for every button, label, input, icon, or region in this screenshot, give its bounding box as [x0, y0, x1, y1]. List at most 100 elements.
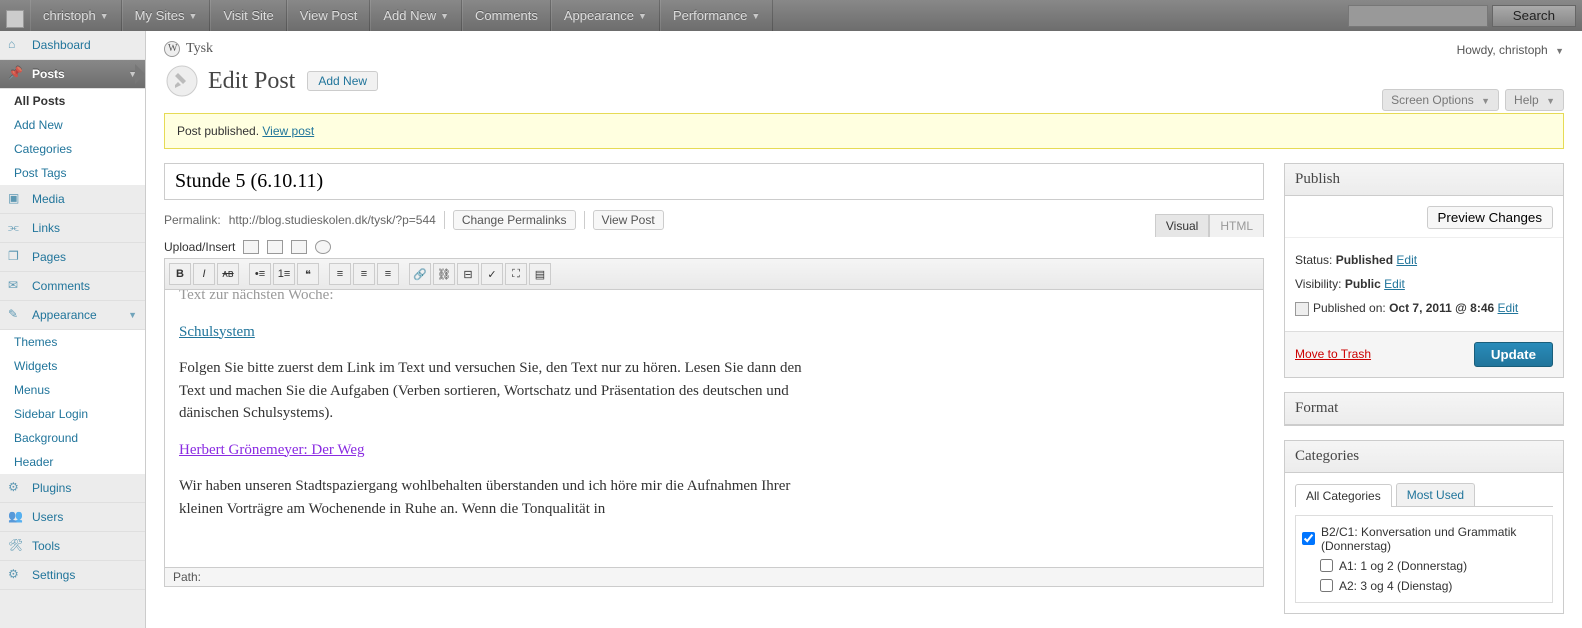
permalink-row: Permalink: http://blog.studieskolen.dk/t… — [164, 210, 1264, 230]
pin-icon — [164, 63, 200, 99]
format-box-header[interactable]: Format — [1285, 393, 1563, 425]
menu-links[interactable]: ⫘Links — [0, 214, 145, 243]
submenu-background[interactable]: Background — [0, 426, 145, 450]
chevron-down-icon: ▼ — [189, 11, 198, 21]
category-checkbox[interactable] — [1320, 559, 1333, 572]
chevron-down-icon: ▼ — [638, 11, 647, 21]
edit-date-link[interactable]: Edit — [1498, 301, 1519, 315]
view-post-button[interactable]: View Post — [593, 210, 664, 230]
preview-changes-button[interactable]: Preview Changes — [1427, 206, 1553, 229]
spellcheck-button[interactable]: ✓ — [481, 263, 503, 285]
submenu-sidebar-login[interactable]: Sidebar Login — [0, 402, 145, 426]
quote-button[interactable]: ❝ — [297, 263, 319, 285]
avatar[interactable] — [6, 10, 24, 28]
more-button[interactable]: ⊟ — [457, 263, 479, 285]
categories-tab-most-used[interactable]: Most Used — [1396, 483, 1475, 506]
category-item[interactable]: B2/C1: Konversation und Grammatik (Donne… — [1302, 522, 1546, 556]
adminbar-user[interactable]: christoph▼ — [30, 0, 122, 31]
adminbar-view-post[interactable]: View Post — [287, 0, 371, 31]
submenu-add-new[interactable]: Add New — [0, 113, 145, 137]
editor-content[interactable]: Text zur nächsten Woche: Schulsystem Fol… — [164, 290, 1264, 568]
help-tab[interactable]: Help ▼ — [1505, 89, 1564, 111]
category-item[interactable]: A2: 3 og 4 (Dienstag) — [1302, 576, 1546, 596]
fullscreen-button[interactable]: ⛶ — [505, 263, 527, 285]
chevron-down-icon: ▼ — [128, 69, 137, 79]
publish-box-header[interactable]: Publish — [1285, 164, 1563, 196]
page-icon: ❐ — [8, 249, 24, 265]
menu-media[interactable]: ▣Media — [0, 185, 145, 214]
editor-tab-html[interactable]: HTML — [1209, 214, 1264, 237]
submenu-header[interactable]: Header — [0, 450, 145, 474]
kitchen-sink-button[interactable]: ▤ — [529, 263, 551, 285]
update-button[interactable]: Update — [1474, 342, 1553, 367]
menu-pages[interactable]: ❐Pages — [0, 243, 145, 272]
calendar-icon — [1295, 302, 1309, 316]
unlink-button[interactable]: ⛓ — [433, 263, 455, 285]
menu-plugins[interactable]: ⚙Plugins — [0, 474, 145, 503]
menu-comments[interactable]: ✉Comments — [0, 272, 145, 301]
italic-button[interactable]: I — [193, 263, 215, 285]
change-permalinks-button[interactable]: Change Permalinks — [453, 210, 576, 230]
editor-link-groenemeyer[interactable]: Herbert Grönemeyer: Der Weg — [179, 442, 365, 458]
submenu-widgets[interactable]: Widgets — [0, 354, 145, 378]
bold-button[interactable]: B — [169, 263, 191, 285]
adminbar-search: Search — [1348, 5, 1582, 27]
adminbar-comments[interactable]: Comments — [462, 0, 551, 31]
categories-tab-all[interactable]: All Categories — [1295, 484, 1392, 507]
plugin-icon: ⚙ — [8, 480, 24, 496]
strike-button[interactable]: ᴀʙ — [217, 263, 239, 285]
edit-status-link[interactable]: Edit — [1396, 253, 1417, 267]
add-new-button[interactable]: Add New — [307, 71, 378, 91]
search-input[interactable] — [1348, 5, 1488, 27]
link-button[interactable]: 🔗 — [409, 263, 431, 285]
adminbar-my-sites[interactable]: My Sites▼ — [122, 0, 211, 31]
chevron-down-icon: ▼ — [751, 11, 760, 21]
category-checkbox[interactable] — [1320, 579, 1333, 592]
howdy-text[interactable]: Howdy, christoph ▼ — [1457, 43, 1564, 57]
site-name[interactable]: Tysk — [186, 41, 213, 57]
categories-box: Categories All Categories Most Used B2/C… — [1284, 440, 1564, 614]
adminbar-appearance[interactable]: Appearance▼ — [551, 0, 660, 31]
adminbar-visit-site[interactable]: Visit Site — [210, 0, 286, 31]
editor-tab-visual[interactable]: Visual — [1155, 214, 1209, 237]
submenu-categories[interactable]: Categories — [0, 137, 145, 161]
editor-link-schulsystem[interactable]: Schulsystem — [179, 324, 255, 340]
menu-dashboard[interactable]: ⌂Dashboard — [0, 31, 145, 60]
menu-settings[interactable]: ⚙Settings — [0, 561, 145, 590]
screen-options-tab[interactable]: Screen Options ▼ — [1382, 89, 1499, 111]
add-image-icon[interactable] — [243, 240, 259, 254]
ul-button[interactable]: •≡ — [249, 263, 271, 285]
tools-icon: 🛠 — [8, 538, 24, 554]
category-checkbox[interactable] — [1302, 532, 1315, 545]
align-right-button[interactable]: ≡ — [377, 263, 399, 285]
post-title-input[interactable] — [164, 163, 1264, 200]
add-video-icon[interactable] — [267, 240, 283, 254]
category-item[interactable]: A1: 1 og 2 (Donnerstag) — [1302, 556, 1546, 576]
categories-box-header[interactable]: Categories — [1285, 441, 1563, 473]
wp-icon — [164, 41, 180, 57]
move-to-trash-link[interactable]: Move to Trash — [1295, 347, 1371, 361]
submenu-post-tags[interactable]: Post Tags — [0, 161, 145, 185]
appearance-icon: ✎ — [8, 307, 24, 323]
add-media-icon[interactable] — [315, 240, 331, 254]
menu-posts[interactable]: 📌Posts▼ — [0, 60, 145, 89]
page-title: Edit Post — [208, 68, 295, 95]
ol-button[interactable]: 1≡ — [273, 263, 295, 285]
chevron-down-icon: ▼ — [1546, 96, 1555, 106]
permalink-url: http://blog.studieskolen.dk/tysk/?p=544 — [229, 213, 436, 227]
add-audio-icon[interactable] — [291, 240, 307, 254]
adminbar-performance[interactable]: Performance▼ — [660, 0, 773, 31]
menu-users[interactable]: 👥Users — [0, 503, 145, 532]
submenu-themes[interactable]: Themes — [0, 330, 145, 354]
align-left-button[interactable]: ≡ — [329, 263, 351, 285]
admin-sidebar: ⌂Dashboard 📌Posts▼ All Posts Add New Cat… — [0, 31, 146, 628]
align-center-button[interactable]: ≡ — [353, 263, 375, 285]
adminbar-add-new[interactable]: Add New▼ — [370, 0, 462, 31]
submenu-all-posts[interactable]: All Posts — [0, 89, 145, 113]
menu-appearance[interactable]: ✎Appearance▼ — [0, 301, 145, 330]
menu-tools[interactable]: 🛠Tools — [0, 532, 145, 561]
submenu-menus[interactable]: Menus — [0, 378, 145, 402]
view-post-link[interactable]: View post — [262, 124, 314, 138]
search-button[interactable]: Search — [1492, 5, 1576, 27]
edit-visibility-link[interactable]: Edit — [1384, 277, 1405, 291]
